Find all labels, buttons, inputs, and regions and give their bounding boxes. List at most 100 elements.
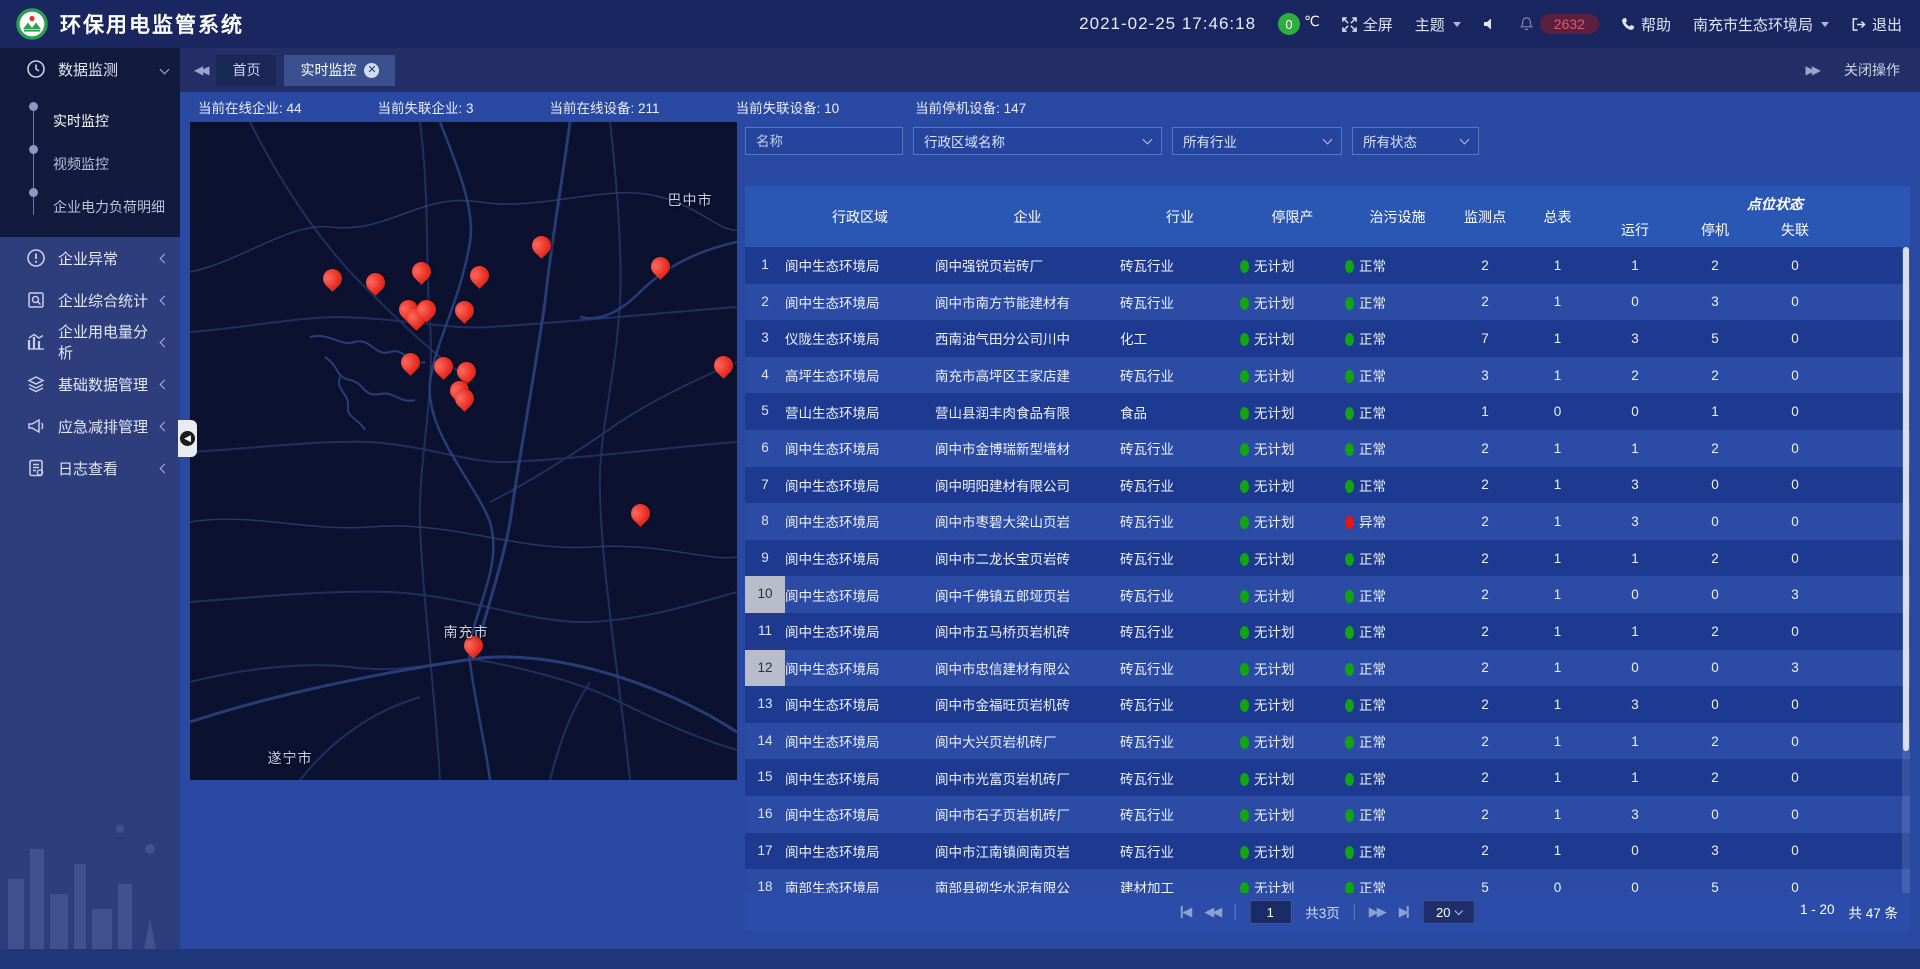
status-dot-icon	[1240, 297, 1249, 310]
table-cell: 1	[1520, 441, 1595, 456]
status-dot-icon	[1240, 553, 1249, 566]
table-cell: 7	[1450, 331, 1520, 346]
table-cell: 1	[1595, 734, 1675, 749]
tab-home[interactable]: 首页	[216, 55, 276, 86]
chevron-left-icon	[160, 463, 170, 473]
table-cell: 0	[1755, 551, 1835, 566]
map-panel[interactable]: 巴中市南充市遂宁市	[190, 122, 737, 780]
table-cell: 阆中生态环境局	[785, 255, 935, 275]
help-button[interactable]: 帮助	[1621, 14, 1671, 35]
table-cell: 1	[1520, 624, 1595, 639]
table-row[interactable]: 15阆中生态环境局阆中市光富页岩机砖厂砖瓦行业无计划正常21120	[745, 759, 1910, 796]
prev-page-icon[interactable]: ◀◀	[1204, 904, 1220, 920]
status-dot-icon	[1240, 809, 1249, 822]
sidebar-item-6[interactable]: 日志查看	[0, 447, 180, 489]
table-cell: 0	[1595, 587, 1675, 602]
facility-status: 正常	[1345, 328, 1450, 348]
close-operations-button[interactable]: 关闭操作	[1844, 60, 1900, 80]
stop-status: 无计划	[1240, 548, 1345, 568]
chevron-down-icon	[1323, 135, 1333, 145]
table-row[interactable]: 5营山生态环境局营山县润丰肉食品有限食品无计划正常10010	[745, 393, 1910, 430]
table-row[interactable]: 6阆中生态环境局阆中市金博瑞新型墙材砖瓦行业无计划正常21120	[745, 430, 1910, 467]
status-dot-icon	[1345, 626, 1354, 639]
facility-status: 正常	[1345, 475, 1450, 495]
col-index	[745, 186, 785, 247]
table-cell: 阆中生态环境局	[785, 694, 935, 714]
status-dot-icon	[1345, 333, 1354, 346]
table-header: 行政区域 企业 行业 停限产 治污设施 监测点 总表 点位状态 运行 停机 失联	[745, 186, 1910, 247]
table-cell: 阆中市金博瑞新型墙材	[935, 438, 1120, 458]
sidebar-item-3[interactable]: 企业用电量分析	[0, 321, 180, 363]
sidebar-subitem[interactable]: 企业电力负荷明细	[33, 180, 180, 223]
table-row[interactable]: 8阆中生态环境局阆中市枣碧大梁山页岩砖瓦行业无计划异常21300	[745, 503, 1910, 540]
table-scrollbar[interactable]	[1902, 247, 1910, 893]
sidebar-item-4[interactable]: 基础数据管理	[0, 363, 180, 405]
theme-dropdown[interactable]: 主题	[1415, 14, 1461, 35]
industry-filter-select[interactable]: 所有行业	[1172, 127, 1342, 155]
facility-status: 正常	[1345, 841, 1450, 861]
status-filter-select[interactable]: 所有状态	[1352, 127, 1479, 155]
tabs-scroll-left-icon[interactable]: ◀◀	[194, 63, 206, 77]
facility-status: 正常	[1345, 365, 1450, 385]
table-row[interactable]: 14阆中生态环境局阆中大兴页岩机砖厂砖瓦行业无计划正常21120	[745, 723, 1910, 760]
name-filter[interactable]	[745, 127, 903, 155]
table-row[interactable]: 3仪陇生态环境局西南油气田分公司川中化工无计划正常71350	[745, 320, 1910, 357]
table-cell: 营山县润丰肉食品有限	[935, 402, 1120, 422]
sidebar-subitem[interactable]: 实时监控	[33, 94, 180, 137]
region-filter-select[interactable]: 行政区域名称	[913, 127, 1162, 155]
table-row[interactable]: 9阆中生态环境局阆中市二龙长宝页岩砖砖瓦行业无计划正常21120	[745, 540, 1910, 577]
tab-realtime-monitor[interactable]: 实时监控 ✕	[284, 55, 395, 86]
sound-button[interactable]	[1483, 17, 1497, 31]
table-cell: 砖瓦行业	[1120, 292, 1240, 312]
table-cell: 7	[745, 467, 785, 504]
table-row[interactable]: 17阆中生态环境局阆中市江南镇阆南页岩砖瓦行业无计划正常21030	[745, 833, 1910, 870]
table-row[interactable]: 1阆中生态环境局阆中强锐页岩砖厂砖瓦行业无计划正常21120	[745, 247, 1910, 284]
org-dropdown[interactable]: 南充市生态环境局	[1693, 14, 1829, 35]
table-cell: 0	[1755, 697, 1835, 712]
table-cell: 2	[1675, 624, 1755, 639]
table-cell: 阆中市南方节能建材有	[935, 292, 1120, 312]
map-city-label: 南充市	[444, 622, 489, 642]
table-cell: 16	[745, 796, 785, 833]
table-cell: 1	[1520, 294, 1595, 309]
record-total: 共 47 条	[1848, 902, 1898, 922]
table-cell: 南部县砌华水泥有限公	[935, 877, 1120, 893]
table-row[interactable]: 18南部生态环境局南部县砌华水泥有限公建材加工无计划正常50050	[745, 869, 1910, 893]
table-cell: 1	[1520, 368, 1595, 383]
notifications[interactable]: 2632	[1519, 14, 1599, 34]
sidebar-group: 日志查看	[0, 447, 180, 489]
table-row[interactable]: 4高坪生态环境局南充市高坪区王家店建砖瓦行业无计划正常31220	[745, 357, 1910, 394]
table-cell: 2	[1675, 770, 1755, 785]
col-run: 运行	[1595, 220, 1675, 240]
tabs-scroll-right-icon[interactable]: ▶▶	[1806, 63, 1818, 77]
table-row[interactable]: 2阆中生态环境局阆中市南方节能建材有砖瓦行业无计划正常21030	[745, 284, 1910, 321]
first-page-icon[interactable]: ◀	[1180, 904, 1190, 920]
sidebar-item-2[interactable]: 企业综合统计	[0, 279, 180, 321]
page-input[interactable]	[1249, 900, 1291, 924]
last-page-icon[interactable]: ▶	[1399, 904, 1409, 920]
sidebar-subitem[interactable]: 视频监控	[33, 137, 180, 180]
table-cell: 0	[1675, 514, 1755, 529]
page-size-select[interactable]: 20	[1423, 900, 1475, 924]
sidebar-item-5[interactable]: 应急减排管理	[0, 405, 180, 447]
table-row[interactable]: 10阆中生态环境局阆中千佛镇五郎垭页岩砖瓦行业无计划正常21003	[745, 576, 1910, 613]
table-cell: 1	[1675, 404, 1755, 419]
panel-collapse-button[interactable]: ◀	[178, 420, 197, 457]
table-row[interactable]: 16阆中生态环境局阆中市石子页岩机砖厂砖瓦行业无计划正常21300	[745, 796, 1910, 833]
table-row[interactable]: 7阆中生态环境局阆中明阳建材有限公司砖瓦行业无计划正常21300	[745, 467, 1910, 504]
logout-button[interactable]: 退出	[1851, 14, 1902, 35]
table-cell: 0	[1755, 404, 1835, 419]
table-cell: 3	[1595, 331, 1675, 346]
next-page-icon[interactable]: ▶▶	[1369, 904, 1385, 920]
table-cell: 0	[1755, 624, 1835, 639]
sidebar-item-1[interactable]: 企业异常	[0, 237, 180, 279]
table-row[interactable]: 12阆中生态环境局阆中市忠信建材有限公砖瓦行业无计划正常21003	[745, 650, 1910, 687]
table-cell: 砖瓦行业	[1120, 255, 1240, 275]
sidebar-item-0[interactable]: 数据监测	[0, 48, 180, 90]
fullscreen-button[interactable]: 全屏	[1342, 14, 1393, 35]
status-dot-icon	[1240, 590, 1249, 603]
name-filter-input[interactable]	[756, 134, 892, 149]
table-row[interactable]: 13阆中生态环境局阆中市金福旺页岩机砖砖瓦行业无计划正常21300	[745, 686, 1910, 723]
table-row[interactable]: 11阆中生态环境局阆中市五马桥页岩机砖砖瓦行业无计划正常21120	[745, 613, 1910, 650]
tab-close-icon[interactable]: ✕	[364, 63, 379, 78]
